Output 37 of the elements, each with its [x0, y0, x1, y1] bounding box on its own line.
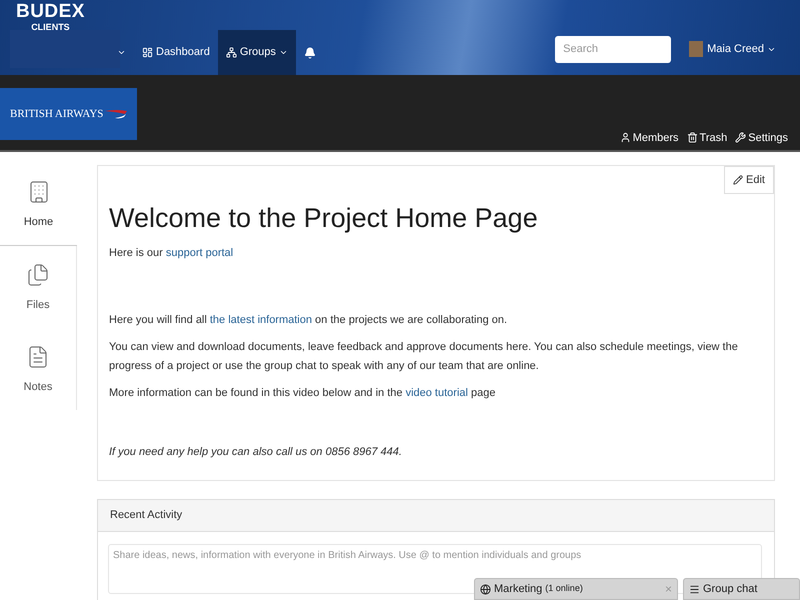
- wrench-icon: [735, 132, 746, 144]
- swoosh-icon: [105, 109, 128, 119]
- edit-button[interactable]: Edit: [724, 166, 774, 194]
- caret-icon[interactable]: [117, 48, 126, 57]
- toolbar-link[interactable]: Trash: [686, 130, 728, 146]
- online-count: (1 online): [545, 582, 583, 596]
- trash-icon: [686, 132, 698, 144]
- person-icon: [620, 132, 631, 144]
- list-icon: [689, 584, 700, 594]
- page-title: Welcome to the Project Home Page: [109, 202, 539, 234]
- brand-subtitle: CLIENTS: [31, 22, 70, 33]
- toolbar-link[interactable]: Members: [620, 130, 679, 146]
- org-name: BRITISH AIRWAYS: [10, 106, 104, 122]
- dashboard-icon: [142, 47, 153, 58]
- link[interactable]: support portal: [166, 247, 234, 259]
- globe-icon: [480, 584, 491, 594]
- user-menu[interactable]: Maia Creed: [707, 40, 776, 58]
- paragraph: Here you will find all the latest information on the projects we are collaborating on.: [109, 313, 508, 328]
- link[interactable]: the latest information: [210, 314, 312, 326]
- chat-tab[interactable]: Marketing (1 online) ×: [474, 578, 678, 600]
- link[interactable]: video tutorial: [406, 387, 468, 399]
- panel-title: Recent Activity: [110, 508, 182, 524]
- paragraph: Here is our support portal: [109, 246, 234, 261]
- paragraph: If you need any help you can also call us on 0856 8967 444.: [109, 445, 403, 460]
- notification-bell-icon[interactable]: [304, 46, 316, 58]
- pencil-icon: [733, 175, 744, 185]
- brand-name: BUDEX: [16, 2, 85, 22]
- paragraph: More information can be found in this video below and in the video tutorial page: [109, 386, 496, 401]
- paragraph: You can view and download documents, leave feedback and approve documents here. You can also schedule meetings, view the progress of a project or use the group chat to speak with any of our team that are online.: [109, 340, 739, 374]
- hierarchy-icon: [226, 47, 237, 58]
- caret-icon: [278, 48, 288, 57]
- toolbar-link[interactable]: Settings: [735, 130, 788, 146]
- search-field[interactable]: Search: [555, 36, 672, 62]
- chat-tab[interactable]: Group chat: [683, 578, 800, 600]
- avatar-placeholder: [689, 41, 704, 57]
- nav-tab[interactable]: Dashboard: [134, 30, 218, 75]
- nav-tab[interactable]: Groups: [218, 30, 296, 75]
